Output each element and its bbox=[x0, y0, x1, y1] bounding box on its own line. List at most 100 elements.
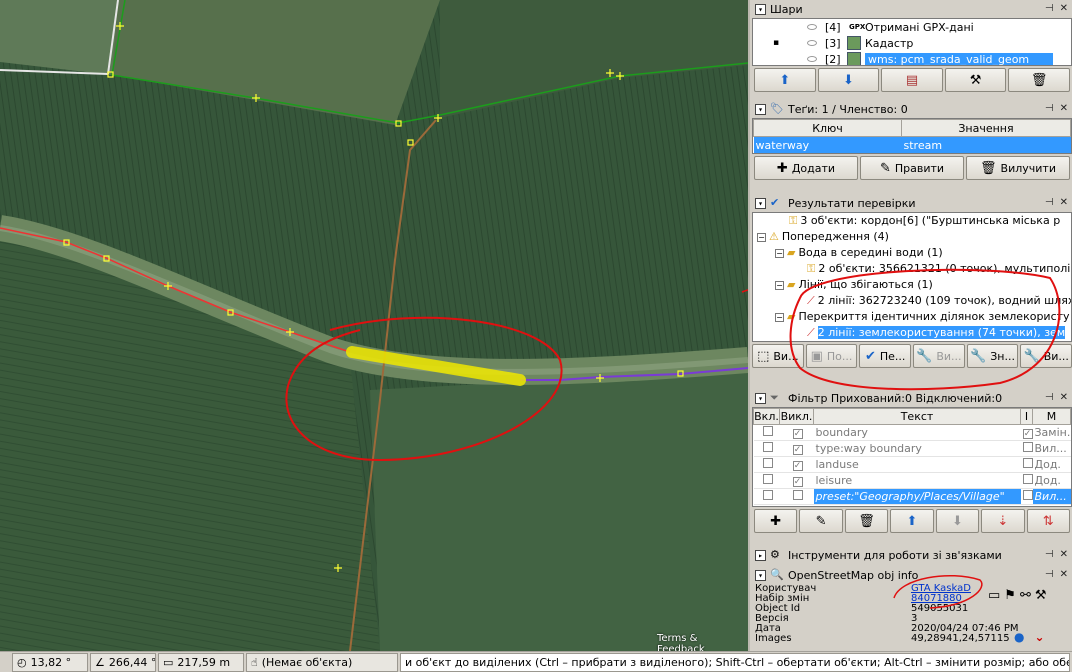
changeset-icon[interactable]: ⚯ bbox=[1020, 588, 1031, 603]
globe-icon[interactable]: ● bbox=[1014, 630, 1024, 644]
column-header-key[interactable]: Ключ bbox=[753, 119, 902, 137]
column-header-i[interactable]: I bbox=[1020, 408, 1033, 425]
add-filter-button[interactable]: ✚ bbox=[754, 509, 798, 533]
tags-title-bar[interactable]: ▾ 🏷 Теґи: 1 / Членство: 0 ⊣ ✕ bbox=[752, 100, 1072, 118]
pin-icon[interactable]: ⊣ bbox=[1045, 3, 1054, 14]
tag-value[interactable]: stream bbox=[901, 136, 1071, 153]
filter-text[interactable]: preset:"Geography/Places/Village" bbox=[813, 488, 1021, 505]
hide-filtered-button[interactable]: ⇣ bbox=[981, 509, 1025, 533]
pin-icon[interactable]: ⊣ bbox=[1045, 103, 1054, 114]
dialog-controls[interactable]: ⊣ ✕ bbox=[1045, 569, 1068, 580]
filter-mode[interactable]: Вил... bbox=[1032, 440, 1071, 457]
merge-button[interactable]: ▤ bbox=[881, 68, 943, 92]
collapse-toggle-icon[interactable]: ▾ bbox=[755, 197, 766, 209]
map-attribution[interactable]: Terms & Feedback bbox=[657, 633, 748, 651]
invert-checkbox[interactable] bbox=[1022, 442, 1033, 452]
tags-table[interactable]: Ключ Значення waterway stream bbox=[752, 118, 1072, 154]
flag-icon[interactable]: ⚑ bbox=[1004, 588, 1016, 603]
hide-checkbox[interactable]: ✓ bbox=[792, 429, 803, 439]
filter-mode[interactable]: Замін. bbox=[1032, 424, 1071, 441]
layer-row-selected[interactable]: [2] wms: pcm_srada_valid_geom bbox=[753, 51, 1071, 65]
column-header-off[interactable]: Викл. bbox=[779, 408, 814, 425]
chevron-down-icon[interactable]: ⌄ bbox=[1034, 630, 1044, 644]
close-icon[interactable]: ✕ bbox=[1060, 569, 1068, 580]
filter-row-selected[interactable]: preset:"Geography/Places/Village" Вил... bbox=[753, 488, 1071, 505]
tag-row[interactable]: waterway stream bbox=[753, 136, 1071, 153]
enable-checkbox[interactable] bbox=[762, 442, 773, 452]
filter-mode[interactable]: Дод. bbox=[1032, 456, 1071, 473]
collapse-icon[interactable]: − bbox=[775, 249, 784, 258]
filter-text[interactable]: type:way boundary bbox=[813, 440, 1021, 457]
collapse-toggle-icon[interactable]: ▾ bbox=[755, 392, 766, 404]
column-header-text[interactable]: Текст bbox=[813, 408, 1021, 425]
layers-list[interactable]: [4] GPX Отримані GPX-дані ▪ [3] Кадастр … bbox=[752, 18, 1072, 66]
edit-tag-button[interactable]: ✎ Правити bbox=[860, 156, 964, 180]
tree-item[interactable]: ⚿ 3 об'єкти: кордон[6] ("Бурштинська місь… bbox=[753, 213, 1071, 229]
add-tag-button[interactable]: ✚ Додати bbox=[754, 156, 858, 180]
layer-row[interactable]: ▪ [3] Кадастр bbox=[753, 35, 1071, 51]
invert-checkbox[interactable] bbox=[1022, 474, 1033, 484]
enable-checkbox[interactable] bbox=[762, 458, 773, 468]
close-icon[interactable]: ✕ bbox=[1060, 3, 1068, 14]
enable-checkbox[interactable] bbox=[762, 490, 773, 500]
delete-layer-button[interactable]: 🗑 bbox=[1008, 68, 1070, 92]
map-canvas[interactable] bbox=[0, 0, 748, 651]
move-down-button[interactable]: ⬇ bbox=[817, 68, 880, 92]
filter-mode[interactable]: Дод. bbox=[1032, 472, 1071, 489]
layers-title-bar[interactable]: ▾ Шари ⊣ ✕ bbox=[752, 0, 1072, 18]
pin-icon[interactable]: ⊣ bbox=[1045, 569, 1054, 580]
collapse-toggle-icon[interactable]: ▾ bbox=[755, 103, 766, 115]
dialog-controls[interactable]: ⊣ ✕ bbox=[1045, 197, 1068, 208]
visibility-icon[interactable] bbox=[807, 56, 817, 62]
close-icon[interactable]: ✕ bbox=[1060, 197, 1068, 208]
layer-row[interactable]: [4] GPX Отримані GPX-дані bbox=[753, 19, 1071, 35]
filter-mode[interactable]: Вил... bbox=[1032, 488, 1071, 505]
filter-row[interactable]: ✓ boundary ✓ Замін. bbox=[753, 424, 1071, 441]
collapse-icon[interactable]: − bbox=[757, 233, 766, 242]
filter-text[interactable]: landuse bbox=[813, 456, 1021, 473]
visibility-icon[interactable] bbox=[807, 24, 817, 30]
enable-checkbox[interactable] bbox=[762, 474, 773, 484]
tools-icon[interactable]: ⚒ bbox=[1035, 588, 1047, 603]
adjust-button[interactable]: ⚒ bbox=[944, 68, 1007, 92]
collapse-toggle-icon[interactable]: ▾ bbox=[755, 3, 766, 15]
move-up-button[interactable]: ⬆ bbox=[754, 68, 816, 92]
filter-text[interactable]: boundary bbox=[813, 424, 1021, 441]
validation-title-bar[interactable]: ▾ ✔ Результати перевірки ⊣ ✕ bbox=[752, 194, 1072, 212]
dialog-controls[interactable]: ⊣ ✕ bbox=[1045, 103, 1068, 114]
hide-checkbox[interactable]: ✓ bbox=[792, 445, 803, 455]
visibility-icon[interactable] bbox=[807, 40, 817, 46]
close-icon[interactable]: ✕ bbox=[1060, 549, 1068, 560]
column-header-on[interactable]: Вкл. bbox=[753, 408, 780, 425]
pin-icon[interactable]: ⊣ bbox=[1045, 197, 1054, 208]
map-view[interactable]: Terms & Feedback bbox=[0, 0, 748, 651]
dialog-controls[interactable]: ⊣ ✕ bbox=[1045, 3, 1068, 14]
filter-row[interactable]: ✓ landuse Дод. bbox=[753, 456, 1071, 473]
invert-filter-button[interactable]: ⇅ bbox=[1026, 509, 1070, 533]
invert-checkbox[interactable] bbox=[1022, 458, 1033, 468]
column-header-value[interactable]: Значення bbox=[901, 119, 1071, 137]
collapse-toggle-icon[interactable]: ▾ bbox=[755, 569, 766, 581]
filter-text[interactable]: leisure bbox=[813, 472, 1021, 489]
delete-filter-button[interactable]: 🗑 bbox=[844, 509, 889, 533]
filter-down-button[interactable]: ⬇ bbox=[935, 509, 980, 533]
hide-checkbox[interactable]: ✓ bbox=[792, 461, 803, 471]
tag-key[interactable]: waterway bbox=[753, 136, 902, 153]
relations-title-bar[interactable]: ▸ ⚙ Інструменти для роботи зі зв'язками … bbox=[752, 546, 1072, 564]
invert-checkbox[interactable] bbox=[1022, 490, 1033, 500]
hide-checkbox[interactable] bbox=[792, 490, 803, 500]
enable-checkbox[interactable] bbox=[762, 426, 773, 436]
filter-row[interactable]: ✓ type:way boundary Вил... bbox=[753, 440, 1071, 457]
column-header-m[interactable]: M bbox=[1032, 408, 1071, 425]
hide-checkbox[interactable]: ✓ bbox=[792, 477, 803, 487]
filter-table[interactable]: Вкл. Викл. Текст I M ✓ boundary ✓ Замін.… bbox=[752, 407, 1072, 507]
filter-up-button[interactable]: ⬆ bbox=[890, 509, 934, 533]
expand-toggle-icon[interactable]: ▸ bbox=[755, 549, 766, 561]
pin-icon[interactable]: ⊣ bbox=[1045, 549, 1054, 560]
invert-checkbox[interactable]: ✓ bbox=[1022, 429, 1033, 439]
delete-tag-button[interactable]: 🗑 Вилучити bbox=[966, 156, 1070, 180]
edit-filter-button[interactable]: ✎ bbox=[799, 509, 843, 533]
filter-row[interactable]: ✓ leisure Дод. bbox=[753, 472, 1071, 489]
tree-item[interactable]: − ⚠ Попередження (4) bbox=[753, 229, 1071, 245]
dialog-controls[interactable]: ⊣ ✕ bbox=[1045, 549, 1068, 560]
